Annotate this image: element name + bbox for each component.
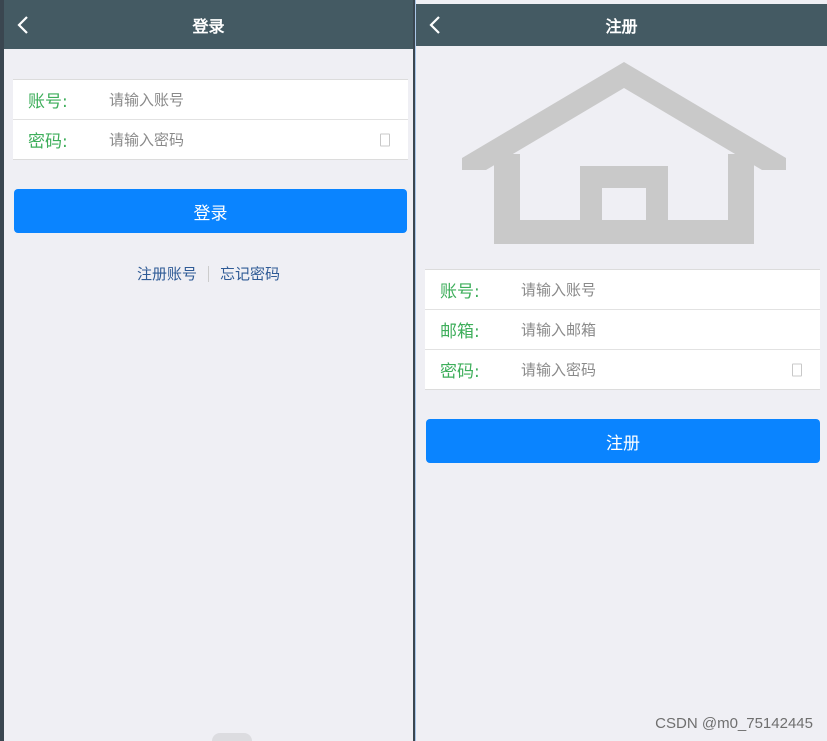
account-input[interactable] [109,84,408,115]
login-panel: 登录 账号: 密码: 登录 注册账号 忘记密码 [4,0,413,741]
watermark: CSDN @m0_75142445 [655,715,813,732]
email-row: 邮箱: [425,309,820,349]
account-row: 账号: [13,80,408,119]
account-row: 账号: [425,270,820,309]
link-divider [208,265,209,282]
eye-toggle-icon[interactable] [380,133,390,146]
register-form: 账号: 邮箱: 密码: [425,269,820,390]
page-title: 注册 [605,17,638,36]
password-row: 密码: [425,349,820,389]
forgot-password-link[interactable]: 忘记密码 [220,263,280,284]
password-input[interactable] [109,124,408,155]
account-input[interactable] [521,274,820,305]
password-label: 密码: [440,362,480,382]
page-title: 登录 [192,16,225,36]
register-button[interactable]: 注册 [426,419,820,463]
password-label: 密码: [28,132,68,152]
email-input[interactable] [521,314,820,345]
login-form: 账号: 密码: [13,79,408,160]
register-account-link[interactable]: 注册账号 [137,263,197,284]
login-button[interactable]: 登录 [14,189,407,233]
account-label: 账号: [440,282,480,302]
password-input[interactable] [521,354,820,385]
account-label: 账号: [28,92,68,112]
login-header: 登录 [4,0,413,49]
back-chevron-icon[interactable] [14,14,34,36]
register-panel: 注册 账号: 邮箱: 密码: 注册 [415,0,827,741]
login-links: 注册账号 忘记密码 [4,263,413,284]
register-header: 注册 [416,4,827,46]
house-icon [462,62,786,244]
eye-toggle-icon[interactable] [792,363,802,376]
scroll-handle[interactable] [212,733,252,741]
email-label: 邮箱: [440,322,480,342]
back-chevron-icon[interactable] [426,14,446,36]
password-row: 密码: [13,119,408,159]
